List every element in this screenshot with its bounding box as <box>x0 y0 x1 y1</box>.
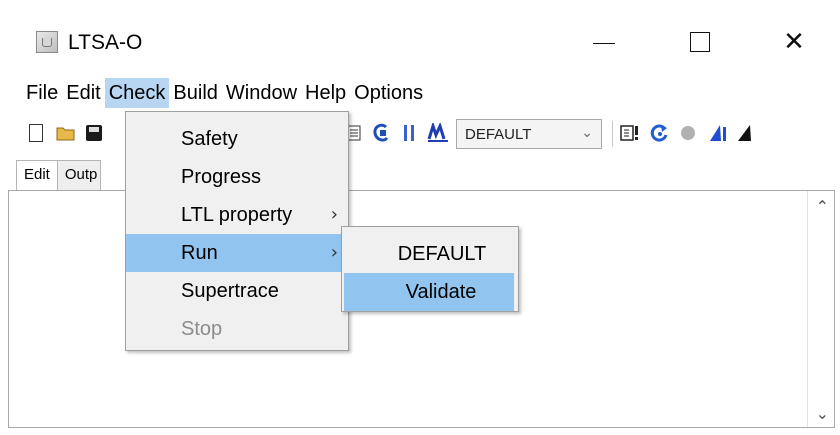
tab-output[interactable]: Outp <box>56 160 101 190</box>
menu-item-ltl-property[interactable]: LTL property › <box>126 196 348 234</box>
new-file-icon[interactable] <box>24 121 48 145</box>
menu-item-progress[interactable]: Progress <box>126 158 348 196</box>
menu-item-supertrace[interactable]: Supertrace <box>126 272 348 310</box>
menu-item-label: Progress <box>181 166 262 188</box>
minimize-button[interactable] <box>580 22 628 62</box>
close-button[interactable]: ✕ <box>770 22 818 62</box>
run-submenu-popup: DEFAULT Validate <box>341 226 519 312</box>
menu-item-label: LTL property <box>181 204 293 226</box>
save-icon[interactable] <box>82 121 106 145</box>
minimize-icon <box>593 42 615 44</box>
window-title: LTSA-O <box>68 31 143 54</box>
menu-help[interactable]: Help <box>301 78 350 108</box>
submenu-item-validate[interactable]: Validate <box>344 273 514 311</box>
animate-black-icon[interactable] <box>734 121 758 145</box>
java-cup-icon <box>36 31 58 53</box>
open-folder-icon[interactable] <box>54 121 78 145</box>
menu-options[interactable]: Options <box>350 78 427 108</box>
chevron-right-icon: › <box>330 204 338 225</box>
target-select[interactable]: DEFAULT ⌄ <box>456 119 602 149</box>
chevron-right-icon: › <box>330 242 338 263</box>
title-bar[interactable]: LTSA-O ✕ <box>0 0 840 72</box>
menu-edit[interactable]: Edit <box>62 78 104 108</box>
target-select-value: DEFAULT <box>465 125 532 143</box>
menu-item-label: Run <box>181 242 218 264</box>
draw-icon[interactable] <box>618 121 642 145</box>
menu-window[interactable]: Window <box>222 78 301 108</box>
close-icon: ✕ <box>783 27 805 57</box>
tab-strip: Edit Outp <box>16 160 101 190</box>
maximize-icon <box>690 32 710 52</box>
menu-build[interactable]: Build <box>169 78 221 108</box>
vertical-scrollbar[interactable]: ⌃ ⌄ <box>807 191 834 427</box>
menu-item-safety[interactable]: Safety <box>126 120 348 158</box>
menu-item-run[interactable]: Run › <box>126 234 348 272</box>
app-window: LTSA-O ✕ File Edit Check Build Window He… <box>0 0 840 435</box>
animate-blue-icon[interactable] <box>706 121 730 145</box>
compose-icon[interactable] <box>369 121 393 145</box>
refresh-icon[interactable] <box>648 121 672 145</box>
menu-item-label: Supertrace <box>181 280 279 302</box>
menu-file[interactable]: File <box>22 78 62 108</box>
minimise-icon[interactable] <box>426 121 450 145</box>
tab-edit[interactable]: Edit <box>16 160 58 190</box>
parallel-icon[interactable] <box>397 121 421 145</box>
submenu-item-default[interactable]: DEFAULT <box>342 235 518 273</box>
stop-icon[interactable] <box>676 121 700 145</box>
menu-item-label: Stop <box>181 318 223 340</box>
menu-check[interactable]: Check <box>104 78 170 108</box>
chevron-up-icon[interactable]: ⌃ <box>816 197 829 216</box>
menu-bar: File Edit Check Build Window Help Option… <box>22 78 427 108</box>
maximize-button[interactable] <box>676 22 724 62</box>
menu-item-stop: Stop <box>126 310 348 348</box>
check-menu-popup: Safety Progress LTL property › Run › Super… <box>125 111 349 351</box>
toolbar-divider <box>612 121 613 147</box>
menu-item-label: Safety <box>181 128 238 150</box>
chevron-down-icon[interactable]: ⌄ <box>816 404 829 423</box>
chevron-down-icon: ⌄ <box>581 125 593 141</box>
